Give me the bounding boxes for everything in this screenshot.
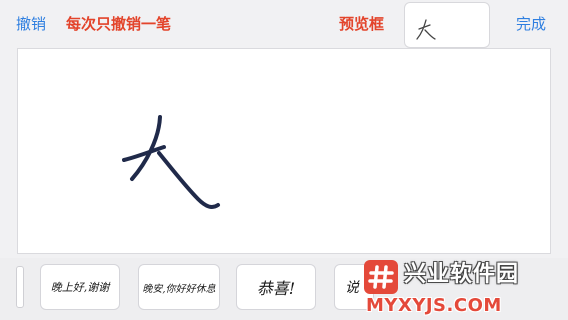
site-watermark: 兴业软件园 MYXYJS.COM <box>352 254 568 320</box>
signature-card[interactable]: 恭喜! <box>236 264 316 310</box>
signature-text: 恭喜! <box>256 279 296 298</box>
drawn-character <box>122 115 220 209</box>
done-button[interactable]: 完成 <box>516 14 546 34</box>
signature-card[interactable]: 晚安,你好好休息 <box>138 264 220 310</box>
preview-annotation: 预览框 <box>339 15 385 33</box>
undo-button[interactable]: 撤销 <box>16 14 46 34</box>
watermark-url: MYXYJS.COM <box>366 295 502 316</box>
strip-edge-handle[interactable] <box>16 266 24 308</box>
hash-logo-icon <box>364 260 398 294</box>
preview-box <box>404 2 490 48</box>
signature-card[interactable]: 晚上好,谢谢 <box>40 264 120 310</box>
watermark-site-name: 兴业软件园 <box>404 262 520 287</box>
signature-text: 晚安,你好好休息 <box>142 283 216 295</box>
signature-text: 晚上好,谢谢 <box>50 281 110 294</box>
undo-annotation: 每次只撤销一笔 <box>66 15 172 33</box>
preview-handwriting <box>416 19 436 40</box>
toolbar: 撤销 每次只撤销一笔 预览框 完成 <box>0 0 568 48</box>
handwriting-canvas[interactable] <box>17 48 551 254</box>
